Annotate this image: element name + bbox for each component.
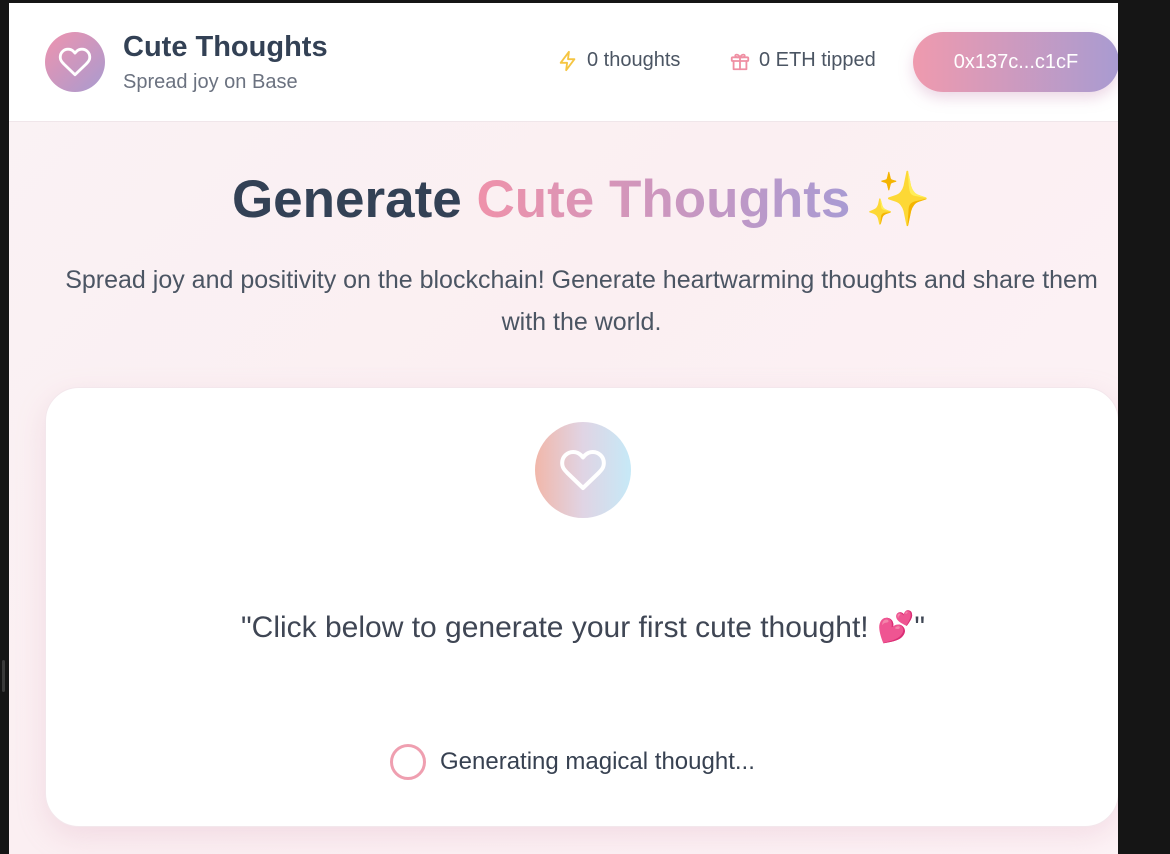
heart-icon <box>58 47 92 77</box>
gift-icon <box>729 50 751 72</box>
thoughts-count-stat: 0 thoughts <box>557 49 680 72</box>
card-heart-badge <box>535 422 631 518</box>
hero-description: Spread joy and positivity on the blockch… <box>65 266 1098 336</box>
app-page: Cute Thoughts Spread joy on Base 0 thoug… <box>9 3 1118 854</box>
top-header: Cute Thoughts Spread joy on Base 0 thoug… <box>9 3 1118 122</box>
app-subtitle: Spread joy on Base <box>123 71 298 93</box>
spinner-icon <box>390 744 426 780</box>
eth-tipped-stat: 0 ETH tipped <box>729 49 876 72</box>
thought-text: "Click below to generate your first cute… <box>241 611 925 644</box>
sparkles-icon: ✨ <box>865 170 932 229</box>
thoughts-count-label: 0 thoughts <box>587 49 681 71</box>
lightning-icon <box>557 50 579 72</box>
loading-indicator: Generating magical thought... <box>390 743 755 781</box>
window-edge-handle <box>2 660 5 692</box>
heart-icon <box>560 449 606 490</box>
loading-text: Generating magical thought... <box>440 748 755 775</box>
hero-title-main: Generate <box>231 170 462 229</box>
app-logo[interactable] <box>45 32 105 92</box>
eth-tipped-label: 0 ETH tipped <box>759 49 876 71</box>
app-title: Cute Thoughts <box>123 31 328 63</box>
hero-title-accent: Cute Thoughts <box>476 170 851 229</box>
thought-card: "Click below to generate your first cute… <box>45 387 1118 827</box>
wallet-address-button[interactable]: 0x137c...c1cF <box>913 32 1118 92</box>
hero-title: Generate Cute Thoughts ✨ <box>9 168 1118 230</box>
